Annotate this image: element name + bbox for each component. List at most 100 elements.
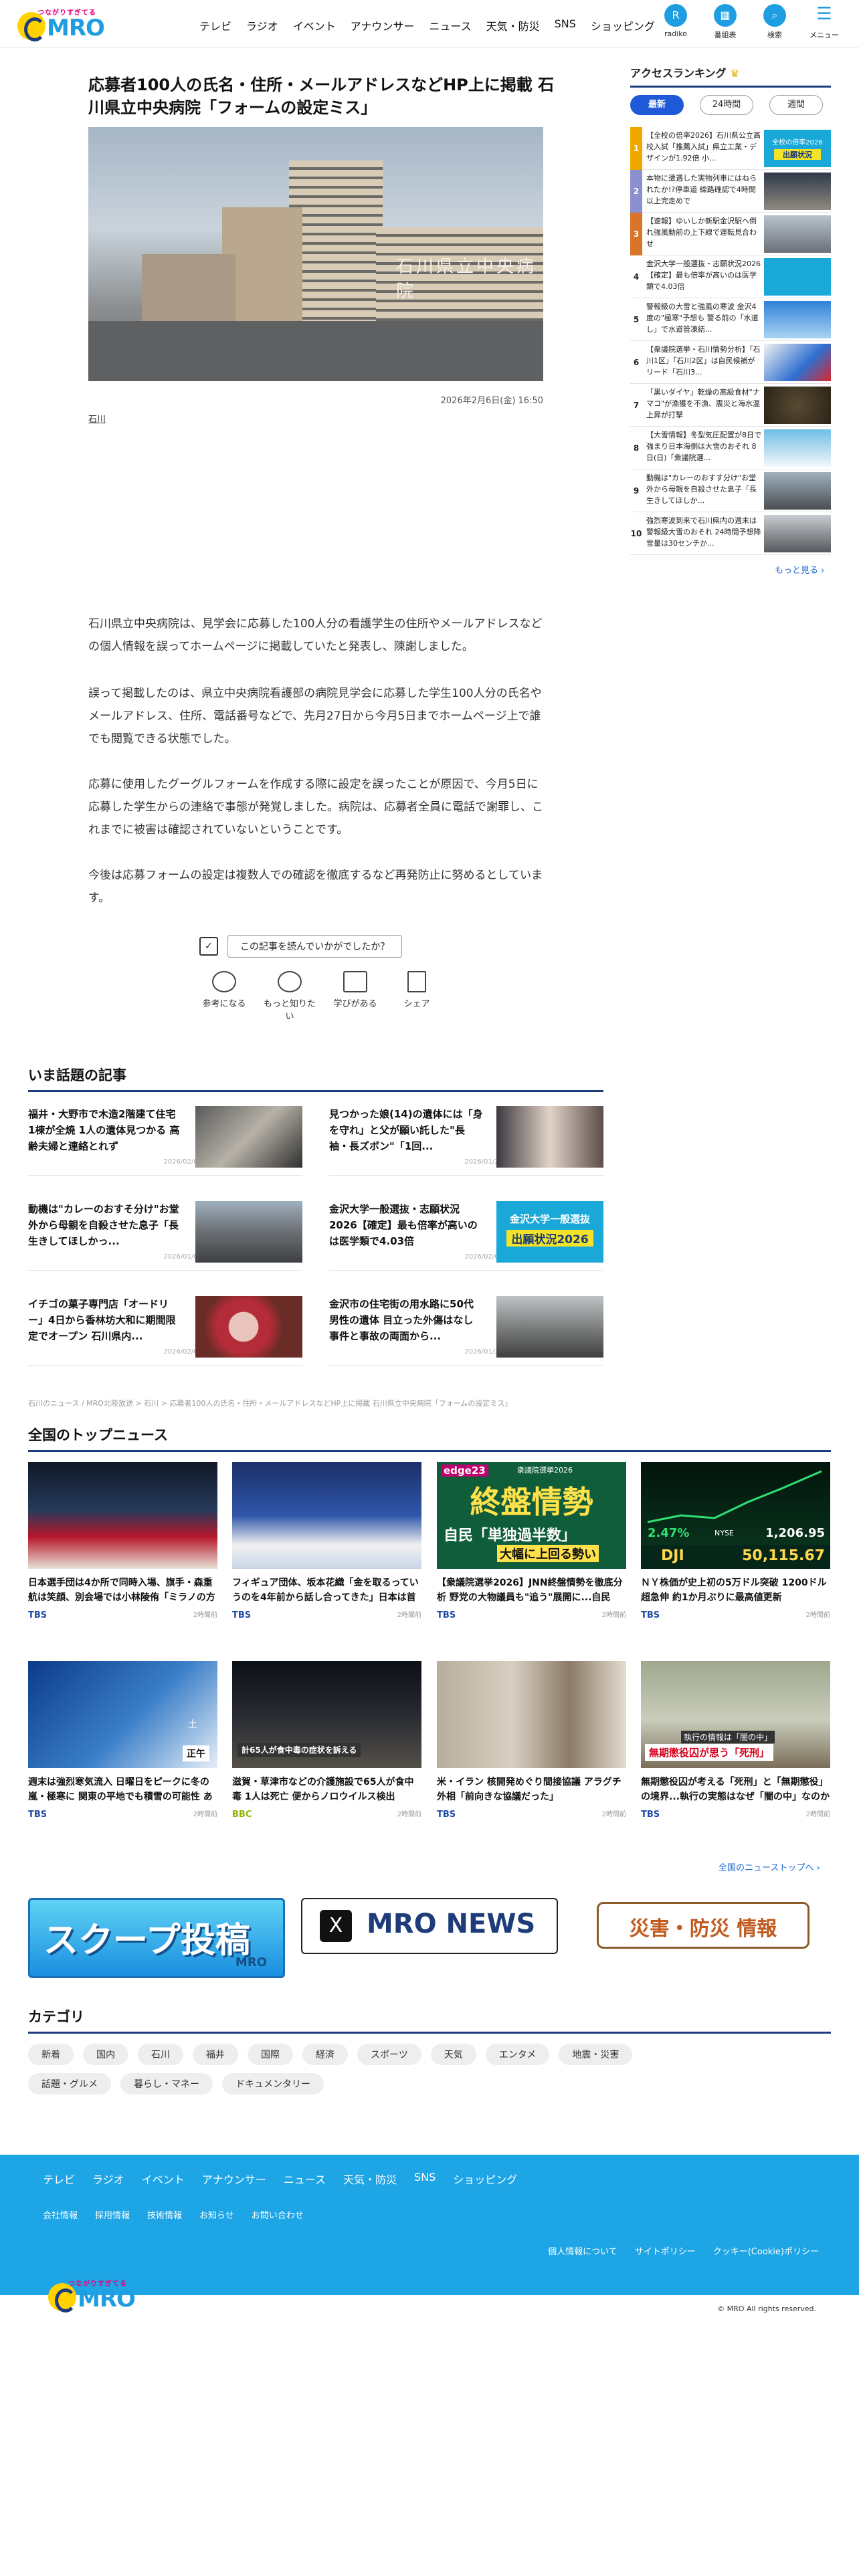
section-heading-categories: カテゴリ	[28, 2006, 831, 2034]
footer-link-site-policy[interactable]: サイトポリシー	[635, 2244, 696, 2257]
nav-item-shopping[interactable]: ショッピング	[591, 17, 655, 33]
ranking-item[interactable]: 8 【大雪情報】冬型気圧配置が8日で強まり日本海側は大雪のおそれ 8日(日)「衆議…	[630, 427, 831, 469]
ranking-item[interactable]: 3 【速報】ゆいしか新駅金沢駅へ倒れ強風動前の上下線で運転見合わせ	[630, 213, 831, 255]
topic-item[interactable]: イチゴの菓子専門店「オードリー」4日から香林坊大和に期間限定でオープン 石川県内…	[28, 1296, 302, 1366]
category-new[interactable]: 新着	[28, 2044, 74, 2065]
mro-logo[interactable]: つながりすぎてる MRO	[17, 5, 105, 43]
nav-item-tv[interactable]: テレビ	[199, 17, 231, 33]
news-card[interactable]: 日本選手団は4か所で同時入場、旗手・森重航は笑顔、別会場では小林陵侑「ミラノの方…	[28, 1462, 217, 1620]
news-title: 滋賀・草津市などの介護施設で65人が食中毒 1人は死亡 便からノロウイルス検出	[232, 1777, 414, 1802]
tab-latest[interactable]: 最新	[630, 95, 684, 115]
topic-item[interactable]: 金沢大学一般選抜・志願状況2026【確定】最も倍率が高いのは医学類で4.03倍 …	[329, 1201, 603, 1271]
nav-item-announcer[interactable]: アナウンサー	[351, 17, 415, 33]
nav-item-news[interactable]: ニュース	[429, 17, 471, 33]
category-ishikawa[interactable]: 石川	[138, 2044, 183, 2065]
reaction-learned[interactable]: 学びがある	[325, 971, 385, 1009]
mro-news-x-banner[interactable]: X MRO NEWS	[301, 1898, 558, 1954]
footer-link-company[interactable]: 会社情報	[43, 2208, 78, 2221]
footer-policy-links: 個人情報について サイトポリシー クッキー(Cookie)ポリシー	[548, 2244, 819, 2257]
footer-nav-event[interactable]: イベント	[142, 2171, 185, 2187]
news-card[interactable]: edge23 衆議院選挙2026 終盤情勢 自民「単独過半数」 大幅に上回る勢い…	[437, 1462, 626, 1620]
reaction-helpful[interactable]: 参考になる	[194, 971, 254, 1009]
logo-word: MRO	[78, 2286, 136, 2313]
topic-item[interactable]: 福井・大野市で木造2階建て住宅1棟が全焼 1人の遺体見つかる 高齢夫婦と連絡とれ…	[28, 1106, 302, 1176]
news-card[interactable]: 計65人が食中毒の症状を訴える 滋賀・草津市などの介護施設で65人が食中毒 1人…	[232, 1661, 421, 1820]
footer-link-tech[interactable]: 技術情報	[147, 2208, 182, 2221]
category-domestic[interactable]: 国内	[83, 2044, 128, 2065]
news-thumbnail: 執行の情報は「闇の中」 無期懲役囚が思う「死刑」	[641, 1661, 830, 1768]
footer-link-privacy[interactable]: 個人情報について	[548, 2244, 617, 2257]
rank-number: 9	[633, 486, 640, 496]
nav-item-sns[interactable]: SNS	[555, 17, 576, 33]
news-card[interactable]: フィギュア団体、坂本花織「金を取るっていうのを4年前から話し合ってきた」日本は首…	[232, 1462, 421, 1620]
ranking-title: 動機は"カレーのおすす分け"お堂外から母親を自殺させた息子「長生きしてほしか..…	[646, 473, 757, 505]
national-news-more-link[interactable]: 全国のニューストップへ ›	[719, 1860, 820, 1873]
ranking-thumbnail	[764, 173, 831, 210]
program-guide-button[interactable]: ▦ 番組表	[705, 4, 745, 40]
category-money[interactable]: 暮らし・マネー	[120, 2073, 213, 2095]
hospital-sign: 石川県立中央病院	[396, 257, 537, 302]
category-fukui[interactable]: 福井	[193, 2044, 238, 2065]
search-button[interactable]: ⌕ 検索	[755, 4, 795, 40]
ranking-thumbnail	[764, 344, 831, 381]
ranking-more-link[interactable]: もっと見る ›	[775, 563, 824, 576]
footer-nav-news[interactable]: ニュース	[284, 2171, 326, 2187]
breadcrumb[interactable]: 石川のニュース / MRO北陸放送 > 石川 > 応募者100人の氏名・住所・メ…	[28, 1398, 512, 1408]
ranking-item[interactable]: 2 本物に遭遇した実物列車にはねられたか!?停車道 線路確認で4時間以上完走めで	[630, 170, 831, 213]
news-card[interactable]: 米・イラン 核開発めぐり間接協議 アラグチ外相「前向きな協議だった」 TBS 2…	[437, 1661, 626, 1820]
category-documentary[interactable]: ドキュメンタリー	[222, 2073, 324, 2095]
footer-nav-tv[interactable]: テレビ	[43, 2171, 75, 2187]
menu-button[interactable]: ☰ メニュー	[804, 4, 844, 40]
share-button[interactable]: シェア	[387, 971, 447, 1009]
disaster-info-banner[interactable]: 災害・防災 情報	[597, 1902, 809, 1949]
news-card[interactable]: 土 正午 週末は強烈寒気流入 日曜日をピークに冬の嵐・極寒に 関東の平地でも積雪…	[28, 1661, 217, 1820]
nav-item-radio[interactable]: ラジオ	[246, 17, 278, 33]
category-entertainment[interactable]: エンタメ	[485, 2044, 550, 2065]
ranking-item[interactable]: 1 【全校の倍率2026】石川県公立高校入試「推薦入試」県立工業・デザインが1.9…	[630, 127, 831, 170]
category-disaster[interactable]: 地震・災害	[559, 2044, 633, 2065]
news-card[interactable]: 2.47% NYSE 1,206.95 DJI 50,115.67 ＮＹ株価が史…	[641, 1462, 830, 1620]
footer-nav-weather[interactable]: 天気・防災	[343, 2171, 397, 2187]
article-paragraph: 今後は応募フォームの設定は複数人での確認を徹底するなど再発防止に努めるとしていま…	[88, 869, 543, 905]
article-tag-ishikawa[interactable]: 石川	[88, 412, 106, 425]
category-economy[interactable]: 経済	[302, 2044, 348, 2065]
reaction-know-more[interactable]: もっと知りたい	[260, 971, 320, 1022]
ranking-item[interactable]: 6 【衆議院選挙・石川情勢分析】「石川1区」「石川2区」は自民候補がリード「石川3…	[630, 341, 831, 384]
scoop-banner[interactable]: スクープ投稿 MRO	[28, 1898, 285, 1978]
topic-thumbnail	[496, 1106, 603, 1168]
topic-item[interactable]: 金沢市の住宅街の用水路に50代男性の遺体 目立った外傷はなし 事件と事故の両面か…	[329, 1296, 603, 1366]
ranking-item[interactable]: 10 強烈寒波到来で石川県内の週末は警報級大雪のおそれ 24時間予想降雪量は30セ…	[630, 512, 831, 555]
footer-nav-shopping[interactable]: ショッピング	[453, 2171, 517, 2187]
ranking-item[interactable]: 9 動機は"カレーのおすす分け"お堂外から母親を自殺させた息子「長生きしてほしか.…	[630, 469, 831, 512]
ranking-item[interactable]: 5 警報級の大雪と強風の寒波 金沢4度の"極寒"予想も 警る前の「水道し」で水道管…	[630, 298, 831, 341]
news-card[interactable]: 執行の情報は「闇の中」 無期懲役囚が思う「死刑」 無期懲役囚が考える「死刑」と「…	[641, 1661, 830, 1820]
footer-nav-announcer[interactable]: アナウンサー	[202, 2171, 266, 2187]
news-source: BBC	[232, 1810, 252, 1820]
topic-item[interactable]: 見つかった娘(14)の遺体には「身を守れ」と父が願い託した"長袖・長ズボン"「1…	[329, 1106, 603, 1176]
topic-date: 2026/02/06	[163, 1158, 202, 1166]
ranking-item[interactable]: 7 「黒いダイヤ」乾燥の高級食材"ナマコ"が漁獲を不漁、震災と海水温上昇が打撃	[630, 384, 831, 427]
news-time: 2時間前	[193, 1811, 217, 1818]
footer-nav-radio[interactable]: ラジオ	[92, 2171, 124, 2187]
global-nav: テレビ ラジオ イベント アナウンサー ニュース 天気・防災 SNS ショッピン…	[199, 17, 655, 33]
topic-item[interactable]: 動機は"カレーのおすそ分け"お堂外から母親を自殺させた息子「長生きしてほしかっ.…	[28, 1201, 302, 1271]
footer-link-cookie[interactable]: クッキー(Cookie)ポリシー	[713, 2244, 819, 2257]
category-weather[interactable]: 天気	[430, 2044, 476, 2065]
ranking-item[interactable]: 4 金沢大学一般選抜・志願状況2026【確定】最も倍率が高いのは医学類で4.03倍	[630, 255, 831, 298]
nav-item-weather[interactable]: 天気・防災	[486, 17, 540, 33]
footer-link-recruit[interactable]: 採用情報	[95, 2208, 130, 2221]
footer-link-contact[interactable]: お問い合わせ	[252, 2208, 304, 2221]
tab-24h[interactable]: 24時間	[700, 95, 753, 115]
site-header: つながりすぎてる MRO テレビ ラジオ イベント アナウンサー ニュース 天気…	[0, 0, 859, 48]
category-gourmet[interactable]: 話題・グルメ	[28, 2073, 111, 2095]
category-international[interactable]: 国際	[248, 2044, 293, 2065]
category-sports[interactable]: スポーツ	[357, 2044, 421, 2065]
footer-logo[interactable]: つながりすぎてる MRO	[48, 2276, 136, 2314]
tab-weekly[interactable]: 週間	[769, 95, 823, 115]
ranking-thumbnail	[764, 215, 831, 253]
nav-item-event[interactable]: イベント	[293, 17, 336, 33]
topic-date: 2026/01/06	[163, 1253, 202, 1261]
footer-nav-sns[interactable]: SNS	[414, 2171, 436, 2187]
radiko-button[interactable]: Rradiko	[656, 4, 696, 40]
footer-link-notice[interactable]: お知らせ	[199, 2208, 234, 2221]
